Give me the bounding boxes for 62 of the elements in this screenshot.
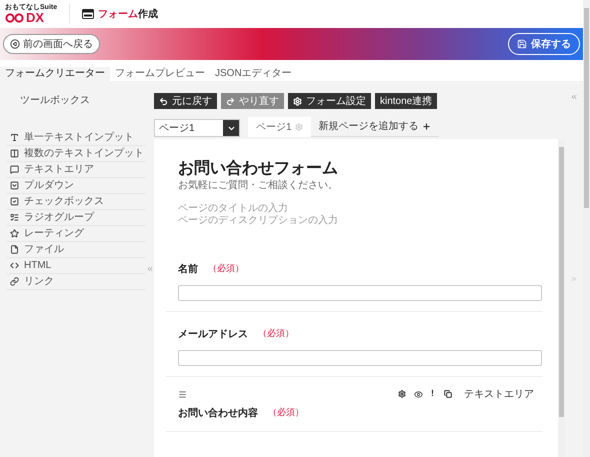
undo-icon: [159, 96, 168, 106]
columns-icon: [10, 149, 19, 158]
input-field[interactable]: [178, 350, 542, 366]
list-icon: [10, 213, 19, 222]
scrollbar[interactable]: [558, 139, 565, 457]
toolbox-item[interactable]: HTML: [6, 258, 146, 274]
file-icon: [10, 245, 19, 254]
page-tab[interactable]: ページ1: [248, 117, 311, 137]
speech-bubble-icon: [10, 165, 19, 174]
save-button[interactable]: 保存する: [508, 33, 580, 55]
input-field[interactable]: [178, 285, 542, 301]
form-description: お気軽にご質問・ご相談ください。: [178, 179, 339, 193]
settings-icon: [294, 123, 303, 131]
star-icon: [10, 229, 19, 238]
toolbar-button[interactable]: 元に戻す: [154, 93, 217, 109]
plus-icon: [422, 122, 431, 131]
expand-icon[interactable]: [570, 275, 578, 283]
back-button[interactable]: 前の画面へ戻る: [3, 34, 100, 54]
copy-icon[interactable]: [444, 390, 452, 398]
page-select[interactable]: ページ1: [154, 119, 240, 137]
code-icon: [10, 261, 19, 270]
page-scrollbar[interactable]: [583, 0, 590, 457]
required-toggle[interactable]: !: [431, 387, 434, 401]
toolbox-title: ツールボックス: [19, 94, 91, 108]
hint-text: ページのディスクリプションの入力: [178, 215, 339, 227]
dropdown-icon: [10, 181, 19, 190]
toolbox-item[interactable]: プルダウン: [6, 178, 146, 194]
type-label: テキストエリア: [464, 388, 534, 402]
settings-icon[interactable]: [398, 390, 406, 398]
required-label: （必須）: [208, 262, 244, 276]
form-title: お問い合わせフォーム: [178, 159, 339, 179]
page-title: フォーム作成: [98, 8, 158, 22]
letter-t-icon: [10, 133, 19, 142]
toolbox-item[interactable]: ファイル: [6, 242, 146, 258]
drag-handle-icon[interactable]: [178, 390, 187, 398]
field-label: 名前: [178, 262, 198, 276]
toolbox-item[interactable]: 複数のテキストインプット: [6, 146, 146, 162]
toolbar-button[interactable]: フォーム設定: [288, 93, 371, 109]
tab[interactable]: フォームクリエーター: [0, 67, 110, 81]
toolbox-item[interactable]: 単一テキストインプット: [6, 130, 146, 146]
toolbox-item[interactable]: リンク: [6, 274, 146, 290]
settings-icon: [293, 96, 302, 106]
question-block[interactable]: 名前 （必須）: [166, 247, 542, 312]
field-label: メールアドレス: [178, 328, 248, 342]
link-icon: [10, 277, 19, 286]
collapse-icon[interactable]: [570, 93, 578, 101]
save-icon: [517, 39, 527, 49]
field-label: お問い合わせ内容: [178, 406, 258, 420]
toolbox-item[interactable]: テキストエリア: [6, 162, 146, 178]
toolbox-item[interactable]: レーティング: [6, 226, 146, 242]
required-label: （必須）: [258, 327, 294, 340]
collapse-icon[interactable]: [146, 265, 154, 273]
required-label: （必須）: [268, 406, 304, 420]
eye-icon[interactable]: [414, 390, 423, 398]
window-icon: [82, 9, 94, 19]
checkbox-icon: [10, 197, 19, 206]
toolbox-item[interactable]: チェックボックス: [6, 194, 146, 210]
redo-icon: [226, 96, 235, 106]
toolbar-button[interactable]: kintone連携: [375, 93, 438, 109]
toolbox-item[interactable]: ラジオグループ: [6, 210, 146, 226]
hint-text: ページのタイトルの入力: [178, 203, 289, 214]
play-icon: [10, 39, 20, 49]
